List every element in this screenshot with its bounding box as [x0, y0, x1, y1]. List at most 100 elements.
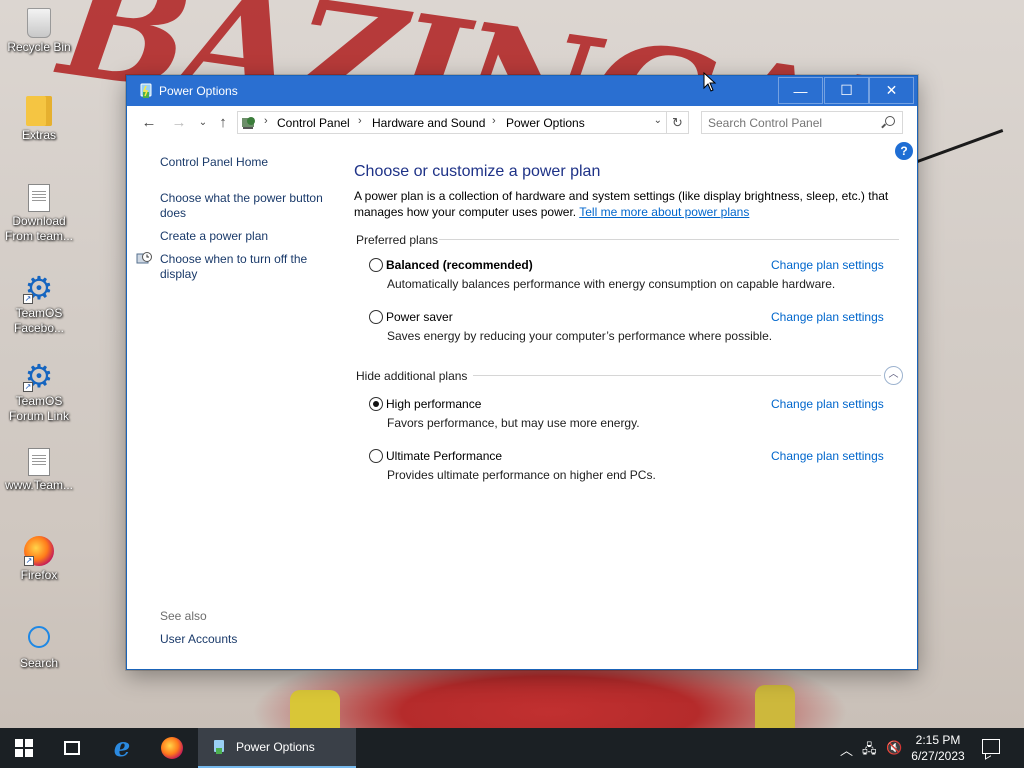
maximize-icon: ☐	[840, 82, 853, 98]
power-options-app-icon	[140, 83, 152, 98]
plan-description-ultimate-performance: Provides ultimate performance on higher …	[387, 468, 656, 482]
desktop-icon-label: Search	[19, 656, 59, 670]
task-view-button[interactable]	[48, 728, 96, 768]
page-title: Choose or customize a power plan	[354, 163, 601, 180]
desktop-icon-label: Recycle Bin	[7, 40, 71, 54]
power-button-link[interactable]: Choose what the power button does	[160, 191, 330, 221]
desktop-icon-label: From team...	[4, 229, 73, 243]
forward-arrow-icon[interactable]: →	[169, 114, 189, 132]
divider	[439, 239, 899, 240]
collapse-chevron-up-icon[interactable]: ︿	[884, 366, 903, 385]
desktop-icon-teamos-forum[interactable]: ⚙ ↗ TeamOS Forum Link	[1, 360, 77, 424]
desktop-icon-label: TeamOS	[15, 306, 63, 320]
gear-shortcut-icon: ⚙ ↗	[23, 270, 54, 306]
taskbar-clock[interactable]: 2:15 PM 6/27/2023	[906, 732, 970, 764]
desktop-icon-www-team[interactable]: www.Team...	[1, 448, 77, 493]
turn-off-display-link[interactable]: Choose when to turn off the display	[160, 252, 330, 282]
gear-shortcut-icon: ⚙ ↗	[23, 358, 54, 394]
breadcrumb-power-options[interactable]: Power Options	[506, 116, 585, 130]
search-control-panel-box[interactable]	[701, 111, 903, 134]
desktop-icon-label: www.Team...	[4, 478, 73, 492]
breadcrumb-control-panel[interactable]: Control Panel	[277, 116, 350, 130]
see-also-label: See also	[160, 609, 207, 623]
title-bar[interactable]: Power Options — ☐ ✕	[127, 76, 917, 106]
internet-explorer-taskbar-button[interactable]: e	[98, 728, 146, 768]
internet-explorer-icon: e	[113, 733, 131, 763]
action-center-icon[interactable]	[982, 739, 1000, 754]
desktop-icon-teamos-facebook[interactable]: ⚙ ↗ TeamOS Facebo...	[1, 272, 77, 336]
address-dropdown-chevron-icon[interactable]: ⌄	[654, 115, 662, 126]
mouse-cursor-icon	[703, 72, 717, 92]
firefox-icon	[161, 737, 183, 759]
create-power-plan-link[interactable]: Create a power plan	[160, 229, 330, 244]
desktop-icon-firefox[interactable]: ↗ Firefox	[1, 536, 77, 583]
window-title: Power Options	[159, 84, 238, 98]
close-button[interactable]: ✕	[869, 77, 914, 104]
clock-date: 6/27/2023	[911, 749, 965, 763]
power-options-taskbar-button[interactable]: Power Options	[198, 728, 356, 768]
refresh-icon[interactable]: ↻	[667, 111, 689, 134]
volume-muted-icon[interactable]: 🔇	[886, 740, 902, 756]
hide-additional-plans-header[interactable]: Hide additional plans	[356, 369, 467, 383]
breadcrumb-separator-icon: ›	[492, 115, 496, 127]
firefox-taskbar-button[interactable]	[148, 728, 196, 768]
user-accounts-link[interactable]: User Accounts	[160, 632, 330, 647]
document-icon	[28, 448, 50, 476]
minimize-button[interactable]: —	[778, 77, 823, 104]
windows-logo-icon	[15, 739, 33, 757]
taskbar: e Power Options ︿ 🖧 🔇 2:15 PM 6/27/2023	[0, 728, 1024, 768]
search-input[interactable]	[708, 115, 878, 131]
breadcrumb-hardware-and-sound[interactable]: Hardware and Sound	[372, 116, 485, 130]
maximize-button[interactable]: ☐	[824, 77, 869, 104]
page-description: A power plan is a collection of hardware…	[354, 188, 894, 220]
taskbar-label: Power Options	[236, 740, 315, 754]
start-button[interactable]	[0, 728, 48, 768]
change-plan-settings-high-performance[interactable]: Change plan settings	[771, 397, 884, 411]
desktop-icon-search[interactable]: Search	[1, 622, 77, 671]
address-bar[interactable]: › Control Panel › Hardware and Sound › P…	[237, 111, 667, 134]
desktop-icon-extras[interactable]: Extras	[1, 96, 77, 143]
network-icon[interactable]: 🖧	[862, 740, 877, 762]
plan-name-balanced[interactable]: Balanced (recommended)	[386, 258, 533, 272]
plan-radio-power-saver[interactable]	[369, 310, 383, 324]
navigation-bar: ← → ⌄ ↑ › Control Panel › Hardware and S…	[127, 106, 917, 140]
plan-radio-high-performance[interactable]	[369, 397, 383, 411]
change-plan-settings-ultimate-performance[interactable]: Change plan settings	[771, 449, 884, 463]
desktop-icon-label: Firefox	[20, 568, 58, 582]
change-plan-settings-balanced[interactable]: Change plan settings	[771, 258, 884, 272]
desktop-icon-label: Facebo...	[13, 321, 65, 335]
search-icon[interactable]	[885, 116, 895, 126]
up-arrow-icon[interactable]: ↑	[213, 114, 233, 132]
desktop-icon-recycle-bin[interactable]: Recycle Bin	[1, 8, 77, 55]
control-panel-icon	[242, 117, 255, 129]
help-icon[interactable]: ?	[895, 142, 913, 160]
task-view-icon	[64, 741, 80, 755]
learn-more-link[interactable]: Tell me more about power plans	[579, 205, 749, 219]
folder-icon	[26, 96, 52, 126]
desktop-icon-label: Forum Link	[8, 409, 70, 423]
document-icon	[28, 184, 50, 212]
change-plan-settings-power-saver[interactable]: Change plan settings	[771, 310, 884, 324]
plan-description-high-performance: Favors performance, but may use more ene…	[387, 416, 640, 430]
display-clock-icon	[136, 252, 152, 264]
preferred-plans-header: Preferred plans	[356, 233, 439, 247]
plan-radio-ultimate-performance[interactable]	[369, 449, 383, 463]
firefox-icon: ↗	[24, 536, 54, 566]
desktop-icon-label: TeamOS	[15, 394, 63, 408]
recycle-bin-icon	[27, 8, 51, 38]
breadcrumb-separator-icon: ›	[358, 115, 362, 127]
recent-locations-chevron-icon[interactable]: ⌄	[193, 114, 213, 132]
desktop-icon-download[interactable]: Download From team...	[1, 184, 77, 244]
close-icon: ✕	[885, 82, 898, 98]
desktop-icon-label: Extras	[21, 128, 56, 142]
plan-radio-balanced[interactable]	[369, 258, 383, 272]
power-options-app-icon	[214, 740, 224, 754]
desktop-icon-label: Download	[12, 214, 66, 228]
plan-name-high-performance[interactable]: High performance	[386, 397, 481, 411]
plan-name-power-saver[interactable]: Power saver	[386, 310, 453, 324]
back-arrow-icon[interactable]: ←	[139, 114, 159, 132]
show-hidden-icons-chevron-icon[interactable]: ︿	[840, 740, 853, 759]
minimize-icon: —	[793, 82, 808, 99]
plan-name-ultimate-performance[interactable]: Ultimate Performance	[386, 449, 502, 463]
control-panel-home-link[interactable]: Control Panel Home	[160, 155, 330, 170]
